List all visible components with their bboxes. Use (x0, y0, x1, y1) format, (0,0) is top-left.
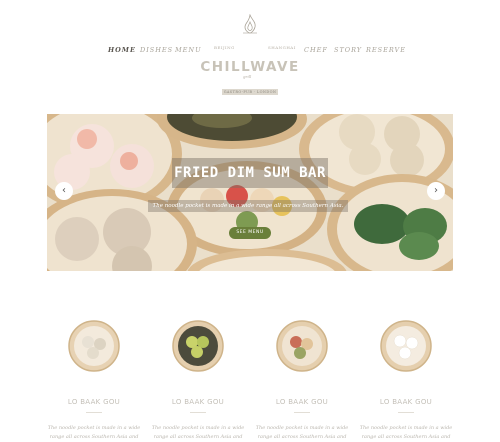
dish-image (68, 320, 120, 372)
logo-est-right: SHANGHAI (268, 45, 296, 50)
chevron-right-icon[interactable]: › (427, 182, 445, 200)
see-menu-button[interactable]: SEE MENU (229, 227, 271, 239)
brand-sub: grill (243, 74, 252, 79)
divider (86, 412, 102, 413)
divider (398, 412, 414, 413)
nav-menu[interactable]: MENU (175, 46, 202, 54)
chevron-left-icon[interactable]: ‹ (55, 182, 73, 200)
dish-image (276, 320, 328, 372)
brand-name: CHILLWAVE (200, 59, 300, 75)
dish-image (172, 320, 224, 372)
nav-chef[interactable]: CHEF (304, 46, 328, 54)
logo-ribbon: GASTRO-PUB · LONDON (222, 89, 278, 95)
hero-title: FRIED DIM SUM BAR (172, 158, 328, 188)
dish-image (380, 320, 432, 372)
dish-description: The noodle pocket is made in a wide rang… (47, 425, 141, 440)
divider (294, 412, 310, 413)
nav-home[interactable]: HOME (108, 46, 136, 54)
dish-description: The noodle pocket is made in a wide rang… (255, 425, 349, 440)
flame-icon (243, 14, 257, 34)
hero-image (47, 114, 453, 271)
hero-tagline: The noodle pocket is made in a wide rang… (148, 200, 348, 212)
nav-reserve[interactable]: RESERVE (366, 46, 406, 54)
divider (190, 412, 206, 413)
dish-title: LO BAAK GOU (67, 398, 121, 406)
dish-title: LO BAAK GOU (379, 398, 433, 406)
site-logo[interactable]: BEIJING SHANGHAI CHILLWAVE grill GASTRO-… (200, 14, 300, 95)
hero-slider (47, 114, 453, 271)
nav-dishes[interactable]: DISHES (140, 46, 173, 54)
nav-story[interactable]: STORY (334, 46, 362, 54)
logo-est-left: BEIJING (214, 45, 235, 50)
dish-title: LO BAAK GOU (171, 398, 225, 406)
dish-description: The noodle pocket is made in a wide rang… (359, 425, 453, 440)
dish-description: The noodle pocket is made in a wide rang… (151, 425, 245, 440)
dish-title: LO BAAK GOU (275, 398, 329, 406)
